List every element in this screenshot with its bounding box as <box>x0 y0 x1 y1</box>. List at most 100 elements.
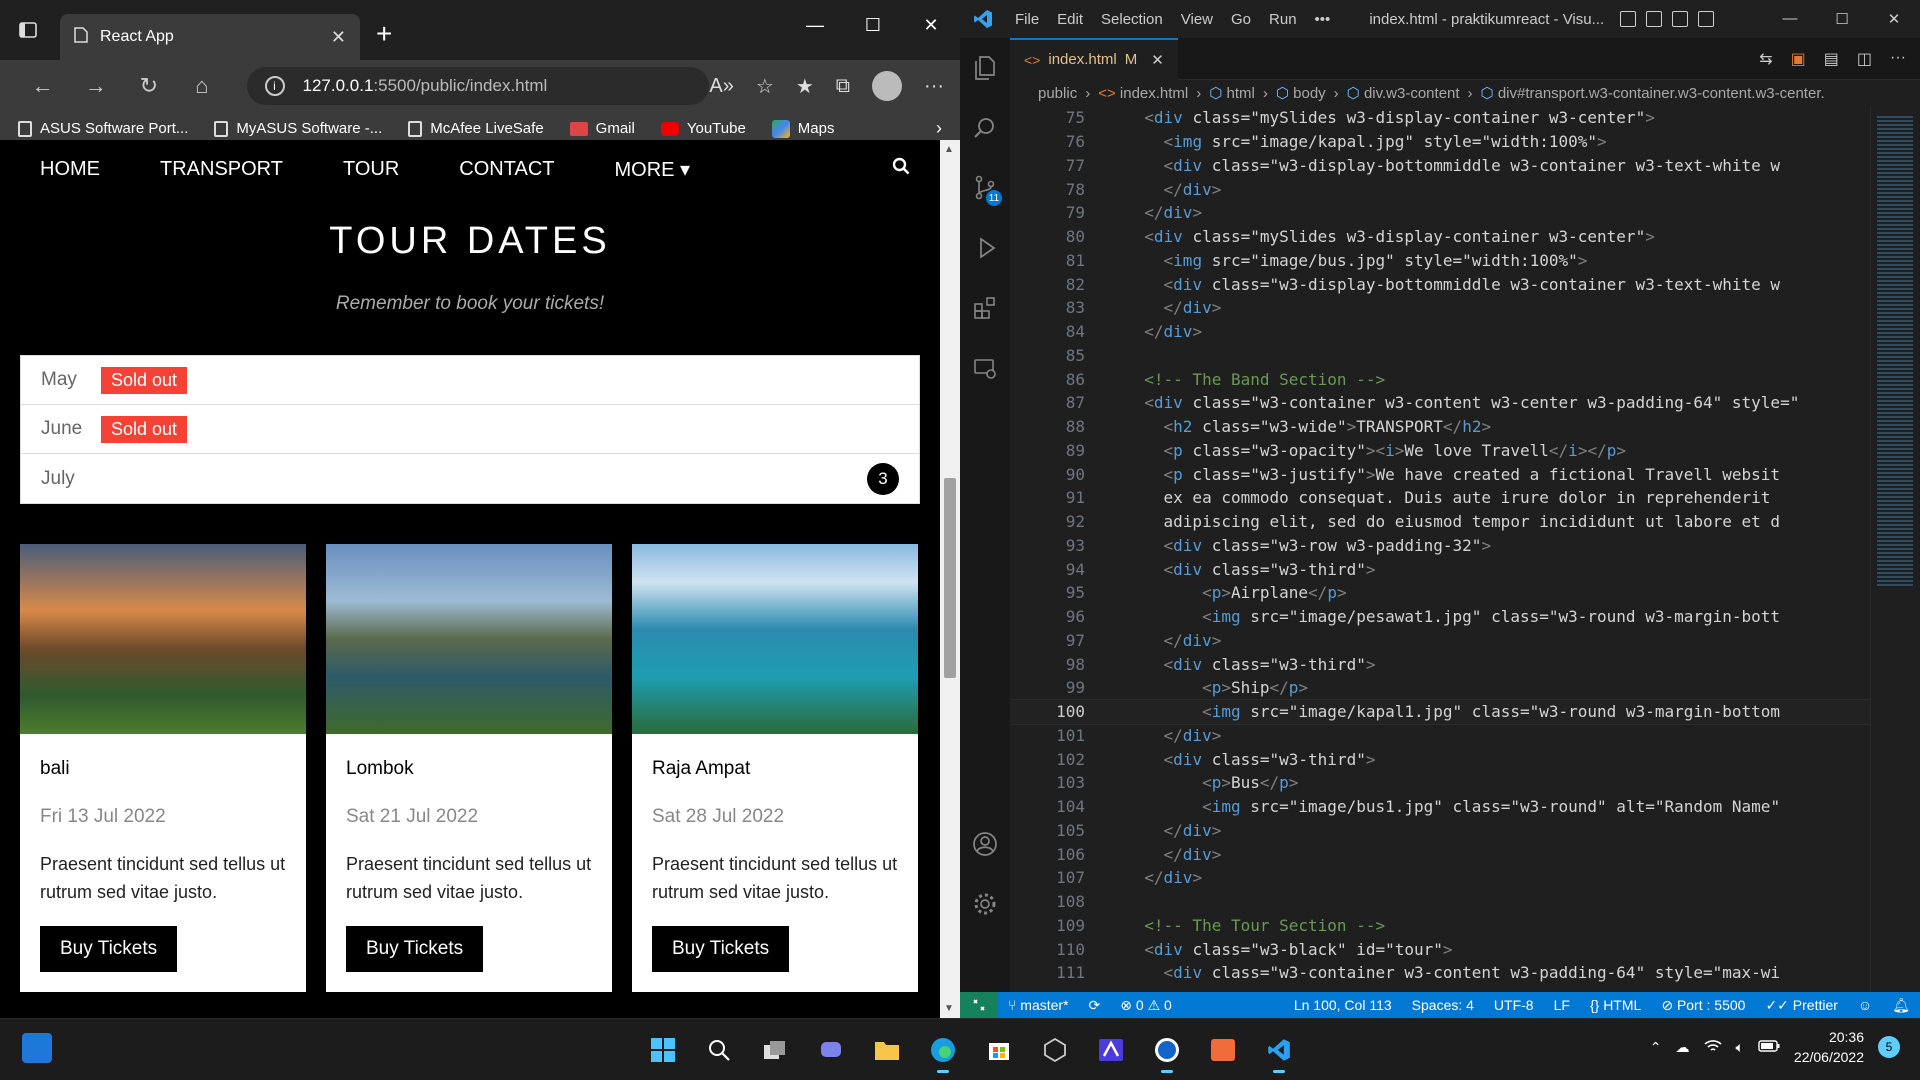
search-icon[interactable] <box>696 1027 742 1073</box>
source-control-icon[interactable]: 11 <box>960 158 1010 218</box>
menu-view[interactable]: View <box>1172 11 1222 28</box>
code-line[interactable]: 91 ex ea commodo consequat. Duis aute ir… <box>1010 486 1870 510</box>
onedrive-icon[interactable]: ☁ <box>1676 1039 1690 1056</box>
nav-more[interactable]: MORE ▾ <box>584 157 720 182</box>
code-line[interactable]: 96 <img src="image/pesawat1.jpg" class="… <box>1010 605 1870 629</box>
end-of-line[interactable]: LF <box>1544 997 1580 1014</box>
code-line[interactable]: 95 <p>Airplane</p> <box>1010 581 1870 605</box>
code-line[interactable]: 85 <box>1010 344 1870 368</box>
sync-icon[interactable]: ⟳ <box>1079 997 1111 1014</box>
code-line[interactable]: 77 <div class="w3-display-bottommiddle w… <box>1010 154 1870 178</box>
edge-browser-icon[interactable] <box>920 1027 966 1073</box>
search-icon[interactable] <box>892 157 910 181</box>
menu-file[interactable]: File <box>1006 11 1048 28</box>
breadcrumb-item[interactable]: <> index.html <box>1098 85 1188 102</box>
code-line[interactable]: 86 <!-- The Band Section --> <box>1010 367 1870 391</box>
menu-more[interactable]: ••• <box>1306 11 1340 28</box>
code-line[interactable]: 99 <p>Ship</p> <box>1010 676 1870 700</box>
code-line[interactable]: 87 <div class="w3-container w3-content w… <box>1010 391 1870 415</box>
breadcrumb-item[interactable]: ⬡ body <box>1276 84 1326 102</box>
code-line[interactable]: 106 </div> <box>1010 842 1870 866</box>
vscode-app-icon[interactable] <box>1256 1027 1302 1073</box>
indentation[interactable]: Spaces: 4 <box>1402 997 1484 1014</box>
compare-changes-icon[interactable]: ⇆ <box>1759 49 1772 69</box>
code-editor[interactable]: 75 <div class="mySlides w3-display-conta… <box>1010 106 1870 992</box>
minimap[interactable] <box>1870 106 1920 992</box>
code-line[interactable]: 97 </div> <box>1010 629 1870 653</box>
nav-tour[interactable]: TOUR <box>313 158 429 181</box>
favorite-item[interactable]: Gmail <box>569 120 635 137</box>
code-line[interactable]: 75 <div class="mySlides w3-display-conta… <box>1010 106 1870 130</box>
accounts-icon[interactable] <box>960 814 1010 874</box>
battery-icon[interactable] <box>1758 1039 1780 1055</box>
toggle-sidebar-icon[interactable] <box>1620 11 1637 27</box>
scroll-up-icon[interactable]: ▲ <box>944 144 954 155</box>
encoding[interactable]: UTF-8 <box>1484 997 1544 1014</box>
code-line[interactable]: 109 <!-- The Tour Section --> <box>1010 914 1870 938</box>
remote-indicator-icon[interactable] <box>960 992 998 1018</box>
more-actions-icon[interactable]: ··· <box>1890 49 1906 69</box>
favorites-icon[interactable]: ★ <box>796 74 814 99</box>
start-menu-icon[interactable] <box>640 1027 686 1073</box>
wps-writer-icon[interactable] <box>1144 1027 1190 1073</box>
preview-side-icon[interactable]: ▤ <box>1824 49 1839 69</box>
search-icon[interactable] <box>960 98 1010 158</box>
buy-tickets-button[interactable]: Buy Tickets <box>652 926 790 972</box>
code-line[interactable]: 101 </div> <box>1010 724 1870 748</box>
editor-tab[interactable]: <> index.html M ✕ <box>1010 37 1178 80</box>
back-arrow-icon[interactable]: ← <box>16 73 69 99</box>
code-line[interactable]: 104 <img src="image/bus1.jpg" class="w3-… <box>1010 795 1870 819</box>
more-menu-icon[interactable]: ··· <box>924 75 944 98</box>
extensions-icon[interactable] <box>960 278 1010 338</box>
volume-icon[interactable]: 🔈︎ <box>1736 1039 1744 1056</box>
postman-icon[interactable] <box>1200 1027 1246 1073</box>
code-line[interactable]: 100 <img src="image/kapal1.jpg" class="w… <box>1010 698 1870 725</box>
nav-contact[interactable]: CONTACT <box>429 158 584 181</box>
chevron-right-icon[interactable]: › <box>936 118 942 139</box>
open-preview-icon[interactable]: ▣ <box>1791 49 1806 69</box>
chevron-up-icon[interactable]: ⌃ <box>1650 1039 1662 1056</box>
code-line[interactable]: 98 <div class="w3-third"> <box>1010 652 1870 676</box>
add-favorite-icon[interactable]: ☆ <box>756 74 774 99</box>
close-window-icon[interactable]: ✕ <box>902 0 960 50</box>
favorite-item[interactable]: Maps <box>771 119 834 138</box>
page-scrollbar[interactable]: ▲ ▼ <box>940 140 960 1018</box>
language-mode[interactable]: {} HTML <box>1580 997 1651 1014</box>
profile-avatar[interactable] <box>872 71 903 101</box>
nav-home[interactable]: HOME <box>10 158 130 181</box>
tab-actions-icon[interactable] <box>0 0 56 60</box>
file-explorer-icon[interactable] <box>864 1027 910 1073</box>
code-line[interactable]: 79 </div> <box>1010 201 1870 225</box>
task-view-icon[interactable] <box>752 1027 798 1073</box>
split-editor-icon[interactable]: ◫ <box>1857 49 1872 69</box>
widgets-icon[interactable] <box>22 1033 52 1063</box>
browser-tab[interactable]: React App ✕ <box>60 14 360 60</box>
close-tab-icon[interactable]: ✕ <box>331 27 346 48</box>
visual-studio-icon[interactable] <box>1088 1027 1134 1073</box>
maximize-icon[interactable]: ☐ <box>844 0 902 50</box>
minimize-icon[interactable]: — <box>1764 10 1816 28</box>
menu-go[interactable]: Go <box>1222 11 1260 28</box>
nav-transport[interactable]: TRANSPORT <box>130 158 313 181</box>
explorer-icon[interactable] <box>960 38 1010 98</box>
code-line[interactable]: 88 <h2 class="w3-wide">TRANSPORT</h2> <box>1010 415 1870 439</box>
site-info-icon[interactable]: i <box>264 76 285 96</box>
code-line[interactable]: 80 <div class="mySlides w3-display-conta… <box>1010 225 1870 249</box>
code-line[interactable]: 92 adipiscing elit, sed do eiusmod tempo… <box>1010 510 1870 534</box>
maximize-icon[interactable]: ☐ <box>1816 10 1868 28</box>
code-line[interactable]: 108 <box>1010 890 1870 914</box>
notification-count[interactable]: 5 <box>1878 1036 1900 1058</box>
menu-selection[interactable]: Selection <box>1092 11 1172 28</box>
teams-chat-icon[interactable] <box>808 1027 854 1073</box>
cursor-position[interactable]: Ln 100, Col 113 <box>1284 997 1402 1014</box>
favorite-item[interactable]: ASUS Software Port... <box>18 120 188 137</box>
scrollbar-thumb[interactable] <box>944 478 956 678</box>
favorite-item[interactable]: McAfee LiveSafe <box>408 120 544 137</box>
code-line[interactable]: 89 <p class="w3-opacity"><i>We love Trav… <box>1010 439 1870 463</box>
code-line[interactable]: 103 <p>Bus</p> <box>1010 771 1870 795</box>
git-branch[interactable]: ⑂ master* <box>998 997 1079 1013</box>
breadcrumb-item[interactable]: public <box>1038 85 1077 102</box>
buy-tickets-button[interactable]: Buy Tickets <box>346 926 484 972</box>
code-line[interactable]: 81 <img src="image/bus.jpg" style="width… <box>1010 249 1870 273</box>
breadcrumb-item[interactable]: ⬡ div.w3-content <box>1347 84 1460 102</box>
